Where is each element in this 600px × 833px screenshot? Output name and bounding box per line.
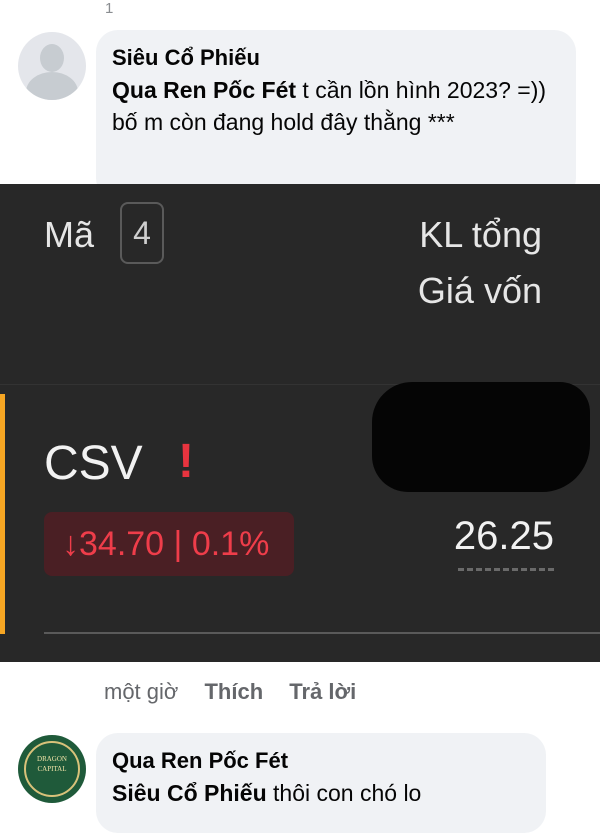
avatar-dragon-capital-logo-icon[interactable]: DRAGON CAPITAL xyxy=(18,735,86,803)
comment-actions: một giờ Thích Trả lời xyxy=(104,679,376,705)
comment-author[interactable]: Siêu Cổ Phiếu xyxy=(112,44,560,72)
comment-bubble: Siêu Cổ Phiếu Qua Ren Pốc Fét t cần lồn … xyxy=(96,30,576,200)
dotted-underline xyxy=(458,568,554,571)
comment-timestamp[interactable]: một giờ xyxy=(104,679,178,704)
reply-button[interactable]: Trả lời xyxy=(289,679,356,704)
mention-link[interactable]: Siêu Cổ Phiếu xyxy=(112,780,267,806)
comment-author[interactable]: Qua Ren Pốc Fét xyxy=(112,747,530,775)
logo-text-line2: CAPITAL xyxy=(37,765,67,773)
down-arrow-icon: ↓ xyxy=(62,525,79,563)
cost-price: 26.25 xyxy=(453,514,554,558)
embedded-stock-screenshot[interactable]: Mã 4 KL tổng Giá vốn CSV ! ↓34.70 | 0.1%… xyxy=(0,184,600,662)
comment-text: Siêu Cổ Phiếu thôi con chó lo xyxy=(112,777,530,809)
divider xyxy=(44,632,600,634)
change-percent: 0.1% xyxy=(191,525,270,563)
comment-body: thôi con chó lo xyxy=(266,780,422,806)
logo-text-line1: DRAGON xyxy=(37,755,67,763)
comment-text: Qua Ren Pốc Fét t cần lồn hình 2023? =))… xyxy=(112,74,560,138)
column-cost-label: Giá vốn xyxy=(417,270,542,311)
comment-bubble: Qua Ren Pốc Fét Siêu Cổ Phiếu thôi con c… xyxy=(96,733,546,833)
avatar-default-user-icon[interactable] xyxy=(18,32,86,100)
previous-comment-cutoff: 1 xyxy=(105,0,114,17)
count-badge: 4 xyxy=(120,202,164,264)
warning-icon: ! xyxy=(178,435,194,488)
column-code-label: Mã xyxy=(44,214,95,255)
mention-link[interactable]: Qua Ren Pốc Fét xyxy=(112,77,296,103)
price-change-chip: ↓34.70 | 0.1% xyxy=(44,512,294,576)
current-price: 34.70 xyxy=(79,525,165,563)
redaction-scribble xyxy=(372,382,590,492)
change-separator: | xyxy=(164,525,192,563)
ticker-symbol: CSV xyxy=(44,437,143,490)
like-button[interactable]: Thích xyxy=(204,679,263,704)
column-volume-label: KL tổng xyxy=(419,214,542,255)
row-accent-bar xyxy=(0,394,5,634)
